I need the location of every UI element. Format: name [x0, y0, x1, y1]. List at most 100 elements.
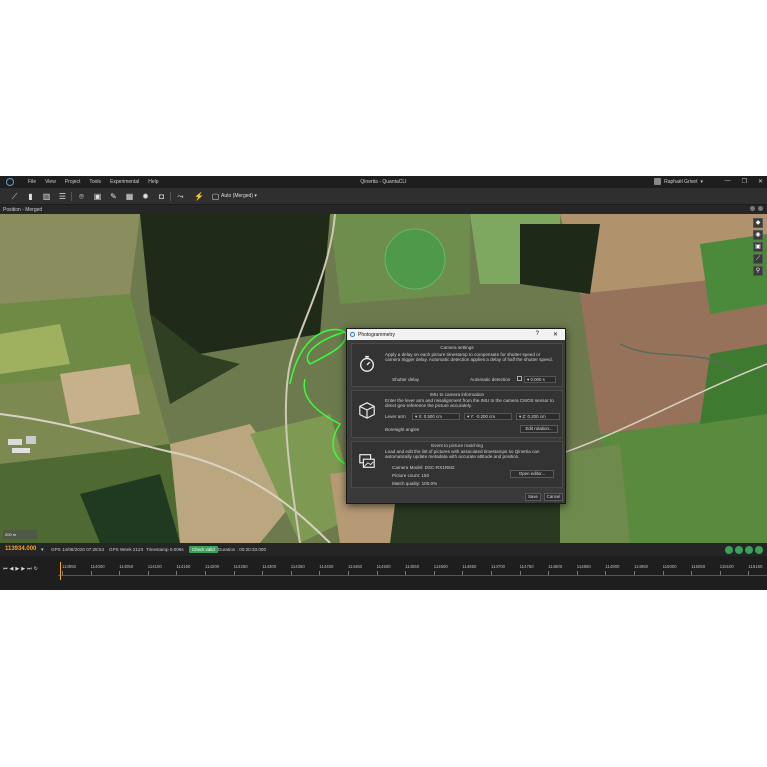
- list-icon[interactable]: ☰: [58, 192, 67, 201]
- camera-icon[interactable]: ▣: [753, 242, 763, 252]
- bar-chart-icon[interactable]: ▥: [42, 192, 51, 201]
- panel-close-button[interactable]: [758, 206, 763, 211]
- current-timestamp[interactable]: 113934.000: [5, 546, 36, 552]
- forward-icon[interactable]: [735, 546, 743, 554]
- processing-icon[interactable]: ⤳: [176, 192, 185, 201]
- timeline-tick-mark: [348, 571, 349, 575]
- camera-settings-section: Camera settings Apply a delay on each pi…: [351, 343, 563, 387]
- chevron-down-icon[interactable]: ▾: [41, 547, 44, 553]
- menu-file[interactable]: File: [28, 179, 36, 185]
- panel-settings-button[interactable]: [750, 206, 755, 211]
- menu-project[interactable]: Project: [65, 179, 81, 185]
- skip-end-icon[interactable]: ⏭: [27, 566, 32, 572]
- image-icon[interactable]: ▣: [93, 192, 102, 201]
- timeline-tick-mark: [147, 571, 149, 575]
- menu-experimental[interactable]: Experimental: [110, 179, 139, 185]
- match-quality: Match quality: 100.0%: [392, 481, 438, 486]
- satellite-map[interactable]: 200 m ◆ ◉ ▣ ⟋ ⚲ Photogrammetry ? ✕ Camer…: [0, 214, 767, 543]
- ruler-icon[interactable]: ⟋: [753, 254, 763, 264]
- pin-icon[interactable]: ⚲: [753, 266, 763, 276]
- map-icon[interactable]: ▮: [26, 192, 35, 201]
- layers-icon[interactable]: ◆: [753, 218, 763, 228]
- auto-detection-checkbox[interactable]: [517, 376, 522, 381]
- toolbar: ⟋ ▮ ▥ ☰ ⌾ ▣ ✎ ▦ ✹ ◘ ⤳ ⚡ ▢ Auto (Merged) …: [0, 188, 767, 205]
- step-forward-icon[interactable]: ▶: [21, 566, 25, 572]
- timeline-tick-label: 114400: [319, 564, 334, 569]
- play-icon[interactable]: ▶: [15, 566, 19, 572]
- lever-arm-label: Lever arm: [385, 414, 406, 419]
- timeline-tick-label: 114850: [576, 564, 591, 569]
- timeline-tick-label: 114350: [290, 564, 305, 569]
- qinertia-icon: [350, 332, 355, 337]
- timeline-tick-mark: [290, 571, 292, 575]
- maximize-button[interactable]: ❐: [742, 178, 747, 185]
- mode-select[interactable]: Auto (Merged) ▾: [221, 193, 257, 199]
- timeline-tick-label: 114050: [119, 564, 134, 569]
- shutter-delay-field[interactable]: ▾ 0.000 s: [524, 376, 556, 383]
- imu-camera-section: IMU to camera information Enter the leve…: [351, 390, 563, 438]
- user-menu[interactable]: Raphaël Grivet ▾: [654, 178, 703, 185]
- loop-icon[interactable]: ↻: [34, 566, 38, 572]
- menu-tools[interactable]: Tools: [89, 179, 101, 185]
- open-editor-button[interactable]: Open editor...: [510, 470, 554, 478]
- help-button[interactable]: ?: [536, 331, 539, 337]
- mode-select-label: Auto (Merged): [221, 193, 253, 199]
- menu-view[interactable]: View: [45, 179, 56, 185]
- avatar: [654, 178, 662, 185]
- satellite-icon[interactable]: ⚡: [194, 192, 204, 201]
- lever-arm-z-value: Z: 0.200 cm: [522, 414, 546, 419]
- edit-rotation-button[interactable]: Edit rotation...: [520, 425, 558, 433]
- panel-controls: [750, 206, 763, 211]
- antenna-icon[interactable]: ⌾: [77, 192, 86, 201]
- timeline-cursor[interactable]: [60, 562, 61, 580]
- section-description: Load and edit the list of pictures with …: [385, 449, 540, 460]
- gear-icon[interactable]: ✹: [141, 192, 150, 201]
- playback-controls: ⏮ ◀ ▶ ▶ ⏭ ↻: [3, 566, 38, 572]
- event-matching-section: Event to picture matching Load and edit …: [351, 441, 563, 488]
- section-title: Camera settings: [440, 345, 474, 350]
- timeline-tick-label: 114750: [519, 564, 534, 569]
- shutter-delay-label: Shutter delay: [392, 377, 420, 382]
- timeline-tick-label: 114450: [348, 564, 363, 569]
- dialog-title: Photogrammetry: [358, 332, 395, 338]
- lever-arm-y-field[interactable]: ▾ Y: -0.200 cm: [464, 413, 512, 420]
- toolbar-divider: [170, 192, 171, 201]
- lever-arm-z-field[interactable]: ▾ Z: 0.200 cm: [516, 413, 560, 420]
- timeline[interactable]: ⏮ ◀ ▶ ▶ ⏭ ↻ 113950 114000 114050 114100 1141…: [0, 556, 767, 590]
- timeline-tick-mark: [90, 571, 92, 575]
- app-window: File View Project Tools Experimental Hel…: [0, 176, 767, 590]
- close-window-button[interactable]: ✕: [758, 178, 763, 185]
- timeline-tick-label: 114650: [462, 564, 477, 569]
- mode-icon[interactable]: ▢: [211, 192, 220, 201]
- eye-icon[interactable]: ◉: [753, 230, 763, 240]
- timeline-tick-mark: [233, 571, 235, 575]
- timeline-tick-label: 114950: [634, 564, 649, 569]
- step-back-icon[interactable]: ◀: [10, 566, 14, 572]
- timeline-tick-label: 114900: [605, 564, 620, 569]
- timeline-tick-label: 114700: [491, 564, 506, 569]
- cancel-button[interactable]: Cancel: [544, 493, 563, 501]
- timeline-tick-mark: [376, 571, 378, 575]
- app-logo-icon: [6, 178, 14, 186]
- timeline-tick-mark: [605, 571, 607, 575]
- dialog-close-button[interactable]: ✕: [553, 331, 558, 338]
- wrench-icon[interactable]: ✎: [109, 192, 118, 201]
- timeline-tick-mark: [576, 571, 578, 575]
- minimize-button[interactable]: —: [725, 178, 731, 185]
- dialog-header: Photogrammetry ? ✕: [347, 329, 565, 340]
- skip-start-icon[interactable]: ⏮: [3, 566, 8, 572]
- edit-icon[interactable]: [725, 546, 733, 554]
- target-icon[interactable]: ◘: [157, 192, 166, 201]
- menu-help[interactable]: Help: [148, 179, 158, 185]
- grid-icon[interactable]: ▦: [125, 192, 134, 201]
- timeline-tick-label: 114100: [147, 564, 162, 569]
- lever-arm-x-field[interactable]: ▾ X: 0.500 cm: [412, 413, 460, 420]
- timeline-tick-mark: [433, 571, 435, 575]
- section-description: Apply a delay on each picture timestamp …: [385, 352, 553, 363]
- timeline-tick-label: 114150: [176, 564, 191, 569]
- back-icon[interactable]: [745, 546, 753, 554]
- save-button[interactable]: Save: [525, 493, 541, 501]
- line-chart-icon[interactable]: ⟋: [10, 192, 19, 201]
- sync-icon[interactable]: [755, 546, 763, 554]
- timeline-tick-mark: [462, 571, 464, 575]
